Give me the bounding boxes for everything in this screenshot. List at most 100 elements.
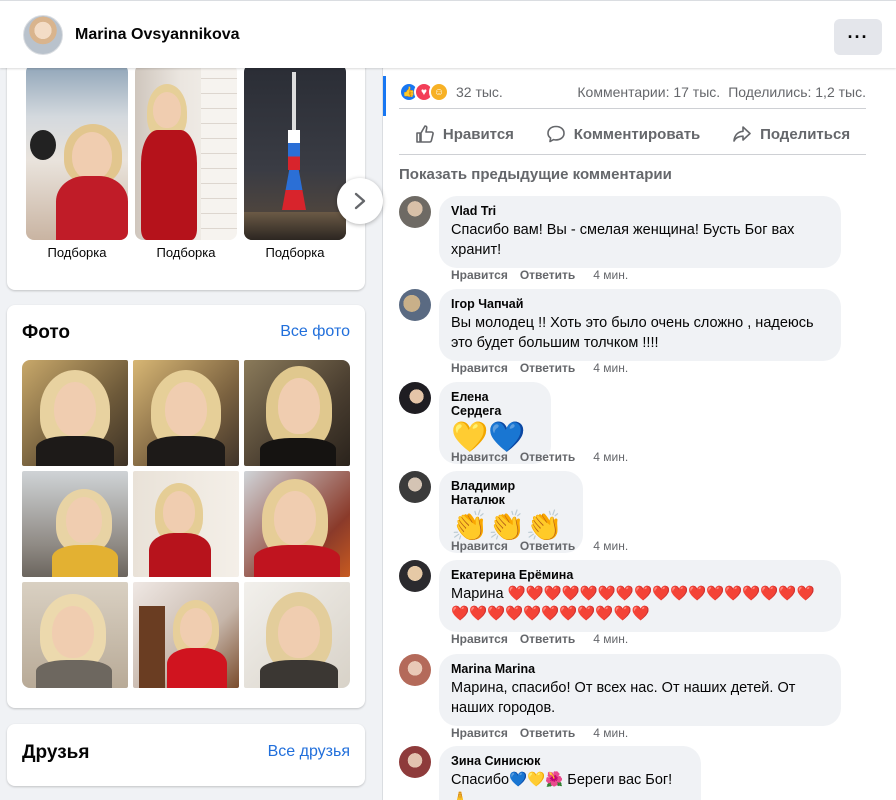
comment-bubble: Екатерина Ерёмина Марина ❤️❤️❤️❤️❤️❤️❤️❤…	[439, 560, 841, 632]
comments-count[interactable]: Комментарии: 17 тыс.	[577, 84, 720, 100]
collection-label: Подборка	[47, 245, 107, 260]
profile-name[interactable]: Marina Ovsyannikova	[75, 26, 240, 44]
comment-text: Марина ❤️❤️❤️❤️❤️❤️❤️❤️❤️❤️❤️❤️❤️❤️❤️❤️❤…	[451, 584, 829, 624]
profile-header-bar: Marina Ovsyannikova ···	[0, 0, 896, 68]
more-options-button[interactable]: ···	[834, 19, 882, 55]
comment-author[interactable]: Зина Синисюк	[451, 754, 689, 768]
comment-button-label: Комментировать	[573, 125, 701, 143]
photo-thumbnail[interactable]	[133, 360, 239, 466]
comment-author[interactable]: Елена Сердега	[451, 390, 539, 418]
comment-text: Спасибо вам! Вы - смелая женщина! Бусть …	[451, 222, 795, 258]
see-all-photos-link[interactable]: Все фото	[280, 323, 350, 341]
care-reaction-icon: ☺	[429, 82, 449, 102]
shares-count[interactable]: Поделились: 1,2 тыс.	[728, 84, 866, 100]
collection-label: Подборка	[265, 245, 325, 260]
share-button[interactable]: Поделиться	[732, 124, 850, 144]
photo-thumbnail[interactable]	[22, 582, 128, 688]
photos-title: Фото	[22, 322, 71, 343]
comment-meta: Нравится Ответить 4 мин.	[451, 450, 628, 464]
collection-item[interactable]: Подборка	[135, 64, 237, 260]
profile-avatar[interactable]	[23, 15, 63, 55]
post-panel: 👍 ♥ ☺ 32 тыс. Комментарии: 17 тыс. Подел…	[382, 68, 896, 800]
comment-avatar[interactable]	[399, 289, 431, 321]
comment-time[interactable]: 4 мин.	[593, 726, 628, 740]
show-previous-comments-link[interactable]: Показать предыдущие комментарии	[399, 166, 672, 183]
comment-time[interactable]: 4 мин.	[593, 632, 628, 646]
photos-grid	[22, 360, 350, 688]
comment-like-link[interactable]: Нравится	[451, 361, 508, 375]
collection-thumbnail[interactable]	[244, 64, 346, 240]
comment-text: Спасибо💙💛🌺 Береги вас Бог!🙏	[451, 772, 673, 800]
comment-avatar[interactable]	[399, 196, 431, 228]
reaction-icons[interactable]: 👍 ♥ ☺	[399, 82, 449, 102]
comment-button[interactable]: Комментировать	[546, 124, 701, 144]
comment-avatar[interactable]	[399, 746, 431, 778]
comment-reply-link[interactable]: Ответить	[520, 632, 575, 646]
photo-thumbnail[interactable]	[22, 471, 128, 577]
comment-meta: Нравится Ответить 4 мин.	[451, 361, 628, 375]
collection-item[interactable]: Подборка	[26, 64, 128, 260]
comment-author[interactable]: Vlad Tri	[451, 204, 829, 218]
comment-author[interactable]: Екатерина Ерёмина	[451, 568, 829, 582]
comment-time[interactable]: 4 мин.	[593, 539, 628, 553]
comment-avatar[interactable]	[399, 654, 431, 686]
comment-reply-link[interactable]: Ответить	[520, 726, 575, 740]
comment-time[interactable]: 4 мин.	[593, 450, 628, 464]
comment-bubble: Ігор Чапчай Вы молодец !! Хоть это было …	[439, 289, 841, 361]
comment-author[interactable]: Владимир Наталюк	[451, 479, 571, 507]
share-icon	[733, 126, 751, 142]
photo-thumbnail[interactable]	[133, 471, 239, 577]
comment-reply-link[interactable]: Ответить	[520, 539, 575, 553]
comment-bubble: Marina Marina Марина, спасибо! От всех н…	[439, 654, 841, 726]
photo-thumbnail[interactable]	[133, 582, 239, 688]
photos-card: Фото Все фото	[7, 305, 365, 708]
comment-author[interactable]: Marina Marina	[451, 662, 829, 676]
like-button[interactable]: Нравится	[415, 124, 514, 144]
photo-thumbnail[interactable]	[244, 360, 350, 466]
comment-meta: Нравится Ответить 4 мин.	[451, 726, 628, 740]
comment-icon	[546, 125, 565, 143]
share-button-label: Поделиться	[760, 125, 851, 143]
photo-thumbnail[interactable]	[22, 360, 128, 466]
chevron-right-icon	[354, 192, 366, 210]
collection-thumbnail[interactable]	[135, 64, 237, 240]
collection-item[interactable]: Подборка	[244, 64, 346, 260]
comment-reply-link[interactable]: Ответить	[520, 361, 575, 375]
comment-like-link[interactable]: Нравится	[451, 726, 508, 740]
comment-meta: Нравится Ответить 4 мин.	[451, 632, 628, 646]
reactions-count[interactable]: 32 тыс.	[456, 84, 503, 100]
comment-time[interactable]: 4 мин.	[593, 268, 628, 282]
divider	[399, 154, 866, 155]
comment-text-prefix: Марина	[451, 586, 508, 602]
comment-bubble: Зина Синисюк Спасибо💙💛🌺 Береги вас Бог!🙏	[439, 746, 701, 800]
comment-reply-link[interactable]: Ответить	[520, 268, 575, 282]
friends-card: Друзья Все друзья	[7, 724, 365, 786]
comment-like-link[interactable]: Нравится	[451, 539, 508, 553]
comment-meta: Нравится Ответить 4 мин.	[451, 268, 628, 282]
comment-bubble: Vlad Tri Спасибо вам! Вы - смелая женщин…	[439, 196, 841, 268]
comment-author[interactable]: Ігор Чапчай	[451, 297, 829, 311]
collections-next-button[interactable]	[337, 178, 383, 224]
comment-avatar[interactable]	[399, 560, 431, 592]
comment-time[interactable]: 4 мин.	[593, 361, 628, 375]
see-all-friends-link[interactable]: Все друзья	[268, 743, 350, 761]
post-actions: Нравится Комментировать Поделиться	[399, 114, 866, 154]
focus-indicator	[383, 76, 386, 116]
comment-avatar[interactable]	[399, 382, 431, 414]
like-button-label: Нравится	[442, 125, 514, 143]
comment-meta: Нравится Ответить 4 мин.	[451, 539, 628, 553]
comment-text: Вы молодец !! Хоть это было очень сложно…	[451, 315, 814, 351]
comment-avatar[interactable]	[399, 471, 431, 503]
collection-thumbnail[interactable]	[26, 64, 128, 240]
divider	[399, 108, 866, 109]
collection-label: Подборка	[156, 245, 216, 260]
photo-thumbnail[interactable]	[244, 582, 350, 688]
post-stats: 👍 ♥ ☺ 32 тыс. Комментарии: 17 тыс. Подел…	[399, 80, 866, 104]
thumbs-up-icon	[416, 125, 434, 143]
friends-title: Друзья	[22, 742, 90, 763]
comment-reply-link[interactable]: Ответить	[520, 450, 575, 464]
comment-like-link[interactable]: Нравится	[451, 450, 508, 464]
comment-like-link[interactable]: Нравится	[451, 268, 508, 282]
photo-thumbnail[interactable]	[244, 471, 350, 577]
comment-like-link[interactable]: Нравится	[451, 632, 508, 646]
